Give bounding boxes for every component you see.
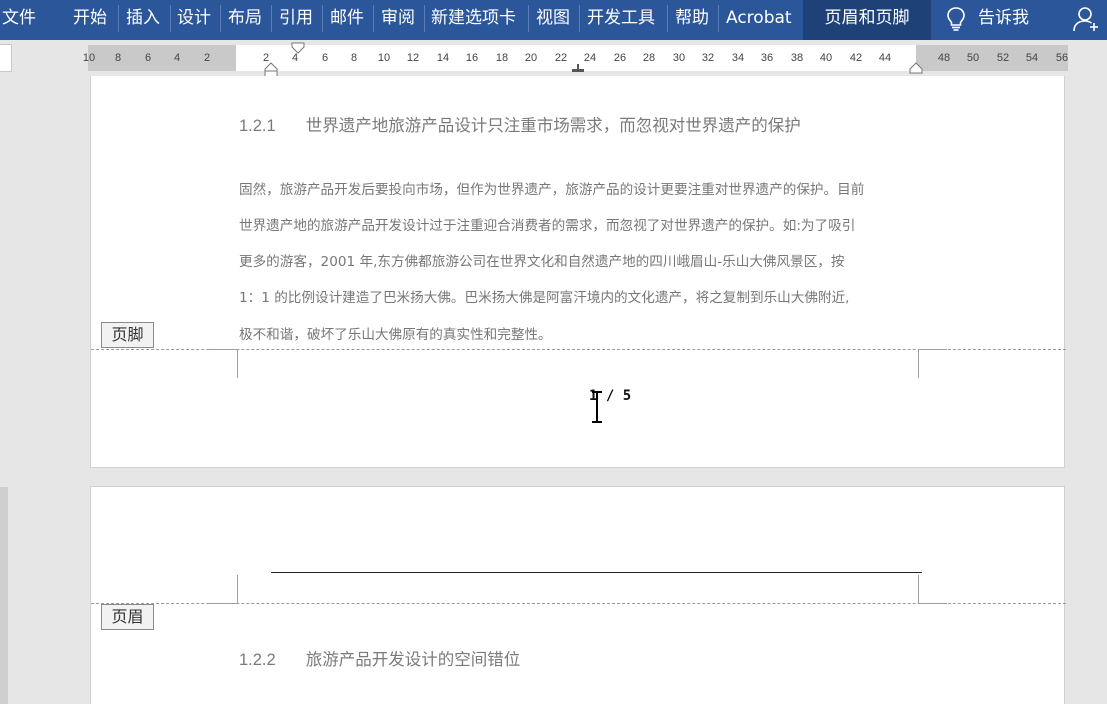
tab-separator [271,5,272,32]
heading-text: 旅游产品开发设计的空间错位 [305,650,521,669]
ruler-number: 50 [966,52,980,64]
section-heading[interactable]: 1.2.2 旅游产品开发设计的空间错位 [239,646,520,670]
ruler-number: 42 [849,52,863,64]
tab-separator [220,5,221,32]
center-tab-stop-marker[interactable] [571,64,585,73]
ruler-number: 52 [996,52,1010,64]
ruler-number: 28 [642,52,656,64]
ruler-number: 18 [495,52,509,64]
ruler-number: 56 [1055,52,1069,64]
ruler-number: 10 [377,52,391,64]
crop-mark [918,575,919,604]
tab-new-tab[interactable]: 新建选项卡 [431,0,516,36]
tab-insert[interactable]: 插入 [126,0,160,36]
section-heading[interactable]: 1.2.1 世界遗产地旅游产品设计只注重市场需求，而忽视对世界遗产的保护 [239,112,801,136]
tab-separator [170,5,171,32]
tab-view[interactable]: 视图 [536,0,570,36]
tell-me-search[interactable]: 告诉我 [978,0,1029,36]
tab-home[interactable]: 开始 [73,0,107,36]
ruler-number: 32 [701,52,715,64]
tab-file[interactable]: 文件 [2,0,36,36]
ruler-number: 48 [937,52,951,64]
tab-separator [718,5,719,32]
ruler-number: 2 [203,52,211,64]
first-line-indent-marker[interactable] [291,42,305,54]
ruler-number: 20 [524,52,538,64]
ruler-number: 40 [819,52,833,64]
ruler-number: 24 [583,52,597,64]
tab-separator [118,5,119,32]
tab-separator [667,5,668,32]
heading-number: 1.2.1 [239,117,276,135]
ruler-number: 6 [321,52,329,64]
tab-design[interactable]: 设计 [177,0,211,36]
ruler-number: 34 [731,52,745,64]
crop-mark [237,575,238,604]
ruler-number: 36 [760,52,774,64]
tab-separator [322,5,323,32]
paragraph-line[interactable]: 1：1 的比例设计建造了巴米扬大佛。巴米扬大佛是阿富汗境内的文化遗产，将之复制到… [239,286,849,306]
ruler-number: 10 [82,52,96,64]
crop-mark [918,349,947,350]
tab-separator [579,5,580,32]
right-indent-marker[interactable] [909,62,923,74]
tab-developer[interactable]: 开发工具 [587,0,655,36]
document-page[interactable]: 页眉 1.2.2 旅游产品开发设计的空间错位 [90,486,1066,704]
header-rule [271,572,922,573]
footer-label[interactable]: 页脚 [101,322,154,348]
tab-acrobat[interactable]: Acrobat [726,0,792,36]
heading-text: 世界遗产地旅游产品设计只注重市场需求，而忽视对世界遗产的保护 [305,116,801,135]
ruler-number: 38 [790,52,804,64]
ruler-number: 4 [173,52,181,64]
heading-number: 1.2.2 [239,651,276,669]
add-user-icon[interactable] [1073,6,1101,32]
lightbulb-icon[interactable] [946,6,966,32]
paragraph-line[interactable]: 极不和谐，破坏了乐山大佛原有的真实性和完整性。 [239,323,552,343]
header-label[interactable]: 页眉 [101,604,154,630]
ruler-number: 22 [554,52,568,64]
ruler-number: 6 [144,52,152,64]
tab-review[interactable]: 审阅 [381,0,415,36]
paragraph-line[interactable]: 世界遗产地的旅游产品开发设计过于注重迎合消费者的需求，而忽视了对世界遗产的保护。… [239,214,855,234]
tab-layout[interactable]: 布局 [228,0,262,36]
ruler-number: 54 [1025,52,1039,64]
ruler-number: 14 [436,52,450,64]
ruler-number: 12 [406,52,420,64]
tab-help[interactable]: 帮助 [675,0,709,36]
paragraph-line[interactable]: 更多的游客，2001 年,东方佛都旅游公司在世界文化和自然遗产地的四川峨眉山-乐… [239,250,844,270]
tab-references[interactable]: 引用 [279,0,313,36]
ruler-number: 16 [465,52,479,64]
tab-separator [424,5,425,32]
tab-header-footer[interactable]: 页眉和页脚 [803,0,931,40]
ruler-number: 44 [878,52,892,64]
left-scroll-region [0,487,8,704]
crop-mark [209,349,238,350]
header-boundary-line [91,603,1066,604]
tab-separator [373,5,374,32]
document-page[interactable]: 1.2.1 世界遗产地旅游产品设计只注重市场需求，而忽视对世界遗产的保护 固然，旅… [90,76,1066,468]
ruler-number: 26 [613,52,627,64]
ruler-number: 8 [350,52,358,64]
ribbon-tab-bar: 文件 开始 插入 设计 布局 引用 邮件 审阅 新建选项卡 视图 开发工具 帮助… [0,0,1107,40]
crop-mark [918,349,919,378]
ruler-number: 8 [114,52,122,64]
tab-mailings[interactable]: 邮件 [330,0,364,36]
crop-mark [237,349,238,378]
tab-separator [528,5,529,32]
ruler-number: 30 [672,52,686,64]
paragraph-line[interactable]: 固然，旅游产品开发后要投向市场，但作为世界遗产，旅游产品的设计更要注重对世界遗产… [239,178,864,198]
ruler-tab-selector[interactable] [0,44,12,72]
text-cursor-icon [592,391,602,423]
